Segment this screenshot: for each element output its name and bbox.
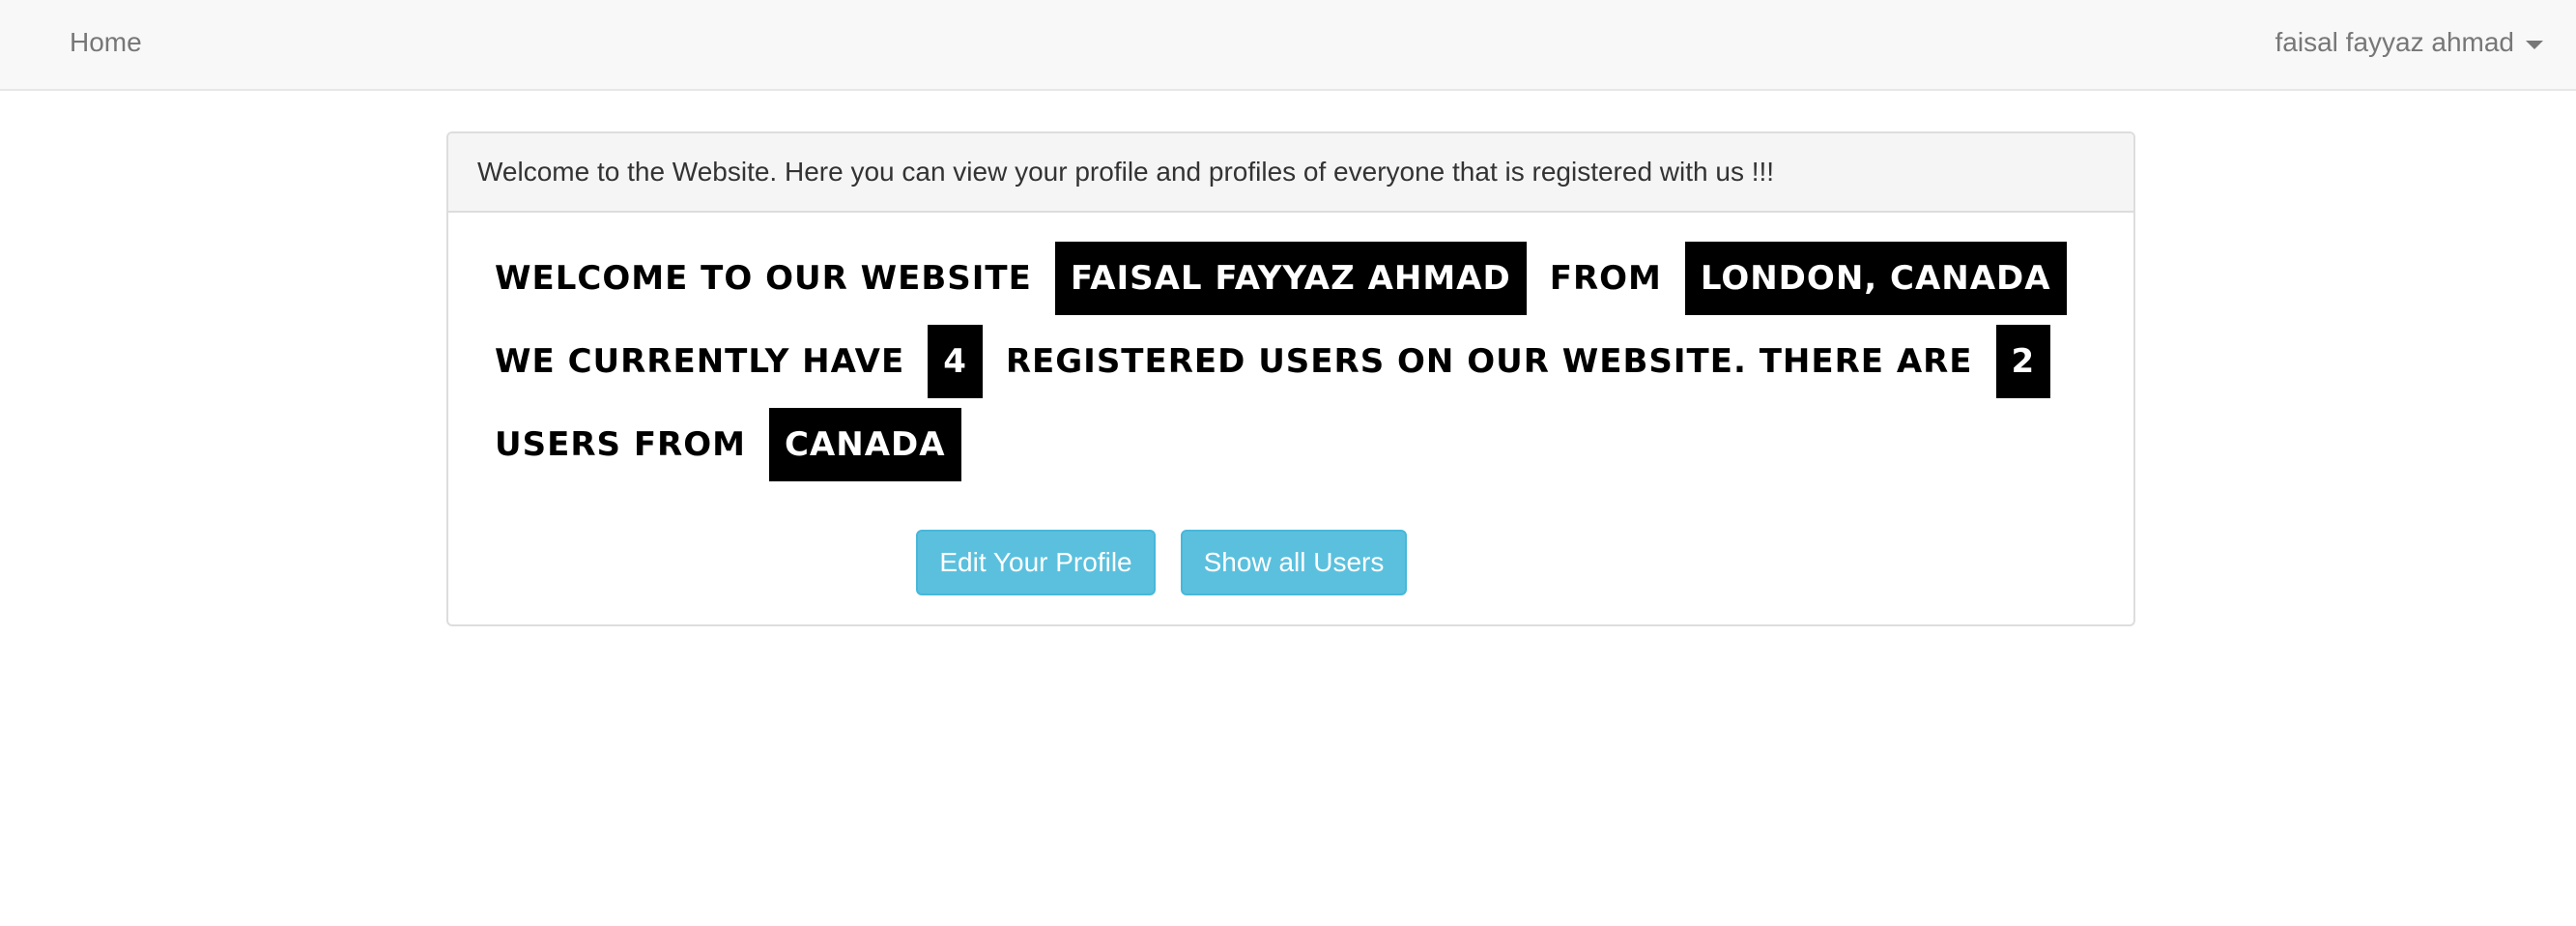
- users-from-text: USERS FROM: [495, 425, 746, 464]
- navbar: Home faisal fayyaz ahmad: [0, 0, 2576, 91]
- caret-down-icon: [2526, 40, 2543, 49]
- user-menu-label: faisal fayyaz ahmad: [2275, 27, 2514, 57]
- currently-have-text: WE CURRENTLY HAVE: [495, 342, 905, 381]
- location-badge: LONDON, CANADA: [1684, 242, 2067, 315]
- welcome-text: WELCOME TO OUR WEBSITE: [495, 259, 1032, 298]
- registered-users-text: REGISTERED USERS ON OUR WEBSITE. THERE A…: [1005, 342, 1973, 381]
- user-count-line: WE CURRENTLY HAVE 4 REGISTERED USERS ON …: [495, 325, 2051, 398]
- edit-profile-button[interactable]: Edit Your Profile: [916, 530, 1156, 595]
- user-menu-dropdown[interactable]: faisal fayyaz ahmad: [2275, 27, 2543, 58]
- country-line: USERS FROM CANADA: [495, 408, 961, 481]
- welcome-line: WELCOME TO OUR WEBSITE FAISAL FAYYAZ AHM…: [495, 242, 2067, 315]
- nav-home-link[interactable]: Home: [70, 27, 142, 58]
- user-count-badge: 4: [928, 325, 983, 398]
- welcome-panel: Welcome to the Website. Here you can vie…: [446, 131, 2135, 626]
- user-name-badge: FAISAL FAYYAZ AHMAD: [1054, 242, 1527, 315]
- panel-heading: Welcome to the Website. Here you can vie…: [448, 133, 2133, 213]
- show-all-users-button[interactable]: Show all Users: [1181, 530, 1407, 595]
- country-count-badge: 2: [1995, 325, 2051, 398]
- country-badge: CANADA: [768, 408, 961, 481]
- from-text: FROM: [1549, 259, 1662, 298]
